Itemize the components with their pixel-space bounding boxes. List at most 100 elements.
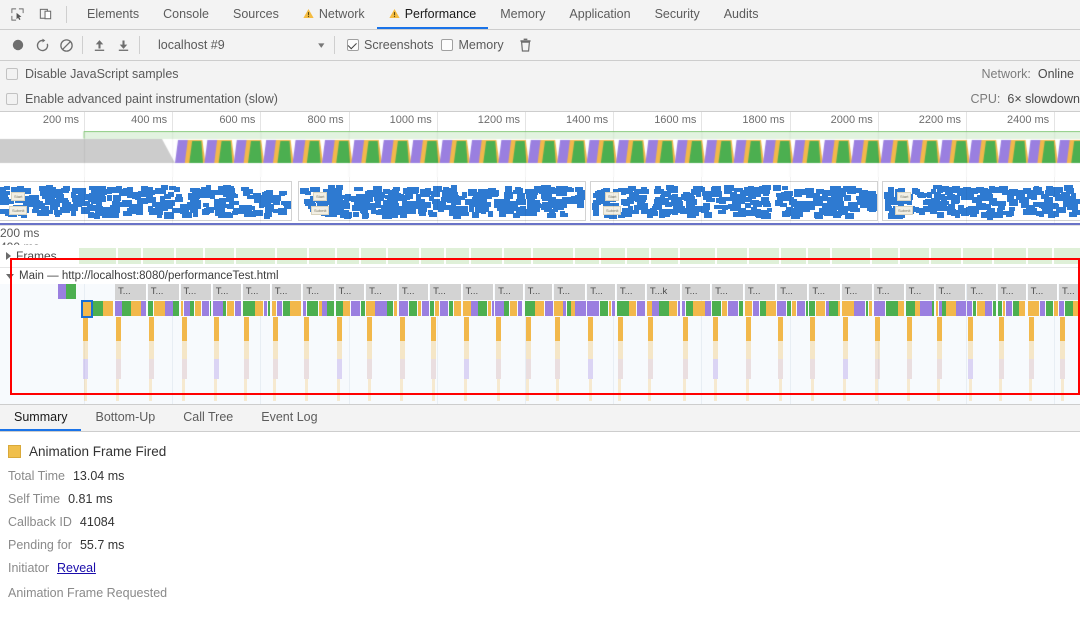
task-block[interactable]: T... xyxy=(841,284,873,300)
nested-event-block[interactable] xyxy=(336,317,342,341)
event-block[interactable] xyxy=(180,301,184,316)
event-block[interactable] xyxy=(184,301,190,316)
task-block[interactable]: T... xyxy=(809,284,841,300)
event-block[interactable] xyxy=(841,301,854,316)
event-block[interactable] xyxy=(1019,301,1025,316)
event-block[interactable] xyxy=(838,301,841,316)
frame-block[interactable] xyxy=(626,248,650,264)
event-block[interactable] xyxy=(792,301,797,316)
disable-js-samples-checkbox[interactable] xyxy=(6,67,18,80)
event-block[interactable] xyxy=(478,301,488,316)
task-block[interactable]: T... xyxy=(462,284,495,300)
event-block[interactable] xyxy=(471,301,478,316)
event-block[interactable] xyxy=(905,301,915,316)
event-block[interactable] xyxy=(616,301,629,316)
cpu-status-value[interactable]: 6× slowdown xyxy=(1007,92,1080,106)
task-block[interactable]: T... xyxy=(873,284,905,300)
event-block[interactable] xyxy=(728,301,739,316)
event-block[interactable] xyxy=(646,301,652,316)
event-block[interactable] xyxy=(335,301,343,316)
event-block[interactable] xyxy=(318,301,322,316)
reload-and-profile-button[interactable] xyxy=(30,33,54,57)
event-block[interactable] xyxy=(491,301,494,316)
event-block[interactable] xyxy=(430,301,435,316)
event-block[interactable] xyxy=(58,284,66,299)
task-block[interactable]: T... xyxy=(147,284,180,300)
tab-memory[interactable]: Memory xyxy=(488,0,557,29)
nested-event-block[interactable] xyxy=(1028,317,1034,341)
task-block[interactable]: T... xyxy=(1059,284,1080,300)
event-block[interactable] xyxy=(956,301,966,316)
frame-block[interactable] xyxy=(117,248,142,264)
event-block[interactable] xyxy=(976,301,985,316)
task-block[interactable]: T... xyxy=(398,284,430,300)
filmstrip-screenshot[interactable]: Start Submit xyxy=(298,181,586,221)
frame-block[interactable] xyxy=(361,248,387,264)
nested-event-block[interactable] xyxy=(148,317,154,341)
nested-event-block[interactable] xyxy=(906,317,912,341)
task-block[interactable]: T... xyxy=(114,284,147,300)
clear-button[interactable] xyxy=(54,33,78,57)
event-block[interactable] xyxy=(544,301,553,316)
nested-event-block[interactable] xyxy=(243,317,249,341)
event-block[interactable] xyxy=(343,301,351,316)
event-block[interactable] xyxy=(760,301,766,316)
event-block[interactable] xyxy=(255,301,264,316)
event-block[interactable] xyxy=(693,301,705,316)
event-block[interactable] xyxy=(805,301,808,316)
overview-filmstrip[interactable]: Start Submit Start Submit Start Submit Start Su… xyxy=(0,177,1080,225)
event-block[interactable] xyxy=(868,301,873,316)
frame-block[interactable] xyxy=(748,248,779,264)
event-block[interactable] xyxy=(66,284,76,299)
event-block[interactable] xyxy=(985,301,992,316)
event-block[interactable] xyxy=(408,301,418,316)
event-block[interactable] xyxy=(629,301,637,316)
nested-event-block[interactable] xyxy=(778,317,784,341)
event-block[interactable] xyxy=(786,301,792,316)
inspect-element-icon[interactable] xyxy=(6,4,28,26)
nested-event-block[interactable] xyxy=(1060,317,1066,341)
task-block[interactable]: T... xyxy=(777,284,809,300)
event-block[interactable] xyxy=(263,301,267,316)
event-block[interactable] xyxy=(267,301,271,316)
event-block[interactable] xyxy=(504,301,510,316)
task-block[interactable]: T... xyxy=(303,284,335,300)
event-block[interactable] xyxy=(115,301,122,316)
nested-event-block[interactable] xyxy=(496,317,502,341)
frame-block[interactable] xyxy=(575,248,599,264)
tab-sources[interactable]: Sources xyxy=(221,0,291,29)
event-block[interactable] xyxy=(829,301,838,316)
device-toolbar-icon[interactable] xyxy=(34,4,56,26)
frames-track[interactable]: Frames xyxy=(0,245,1080,268)
event-block[interactable] xyxy=(685,301,693,316)
reveal-link[interactable]: Reveal xyxy=(57,561,96,575)
event-block[interactable] xyxy=(566,301,571,316)
nested-event-block[interactable] xyxy=(181,317,187,341)
paint-instrumentation-checkbox[interactable] xyxy=(6,92,18,105)
nested-event-block[interactable] xyxy=(588,317,594,341)
event-block[interactable] xyxy=(681,301,686,316)
task-block[interactable]: T... xyxy=(554,284,587,300)
event-block[interactable] xyxy=(141,301,147,316)
frame-block[interactable] xyxy=(504,248,532,264)
task-block[interactable]: T... xyxy=(495,284,524,300)
event-block[interactable] xyxy=(103,301,114,316)
task-block[interactable]: T... xyxy=(744,284,777,300)
nested-event-block[interactable] xyxy=(842,317,848,341)
frame-block[interactable] xyxy=(931,248,962,264)
frames-track-header[interactable]: Frames xyxy=(0,249,78,263)
frame-block[interactable] xyxy=(680,248,716,264)
task-block[interactable]: T... xyxy=(242,284,271,300)
save-profile-button[interactable] xyxy=(111,33,135,57)
filmstrip-screenshot[interactable]: Start Submit xyxy=(590,181,878,221)
event-block[interactable] xyxy=(448,301,454,316)
event-block[interactable] xyxy=(967,301,973,316)
nested-event-block[interactable] xyxy=(213,317,219,341)
event-block[interactable] xyxy=(738,301,744,316)
event-block[interactable] xyxy=(212,301,223,316)
event-block[interactable] xyxy=(398,301,409,316)
event-block[interactable] xyxy=(942,301,946,316)
event-block[interactable] xyxy=(375,301,387,316)
event-block[interactable] xyxy=(495,301,504,316)
event-block[interactable] xyxy=(920,301,932,316)
